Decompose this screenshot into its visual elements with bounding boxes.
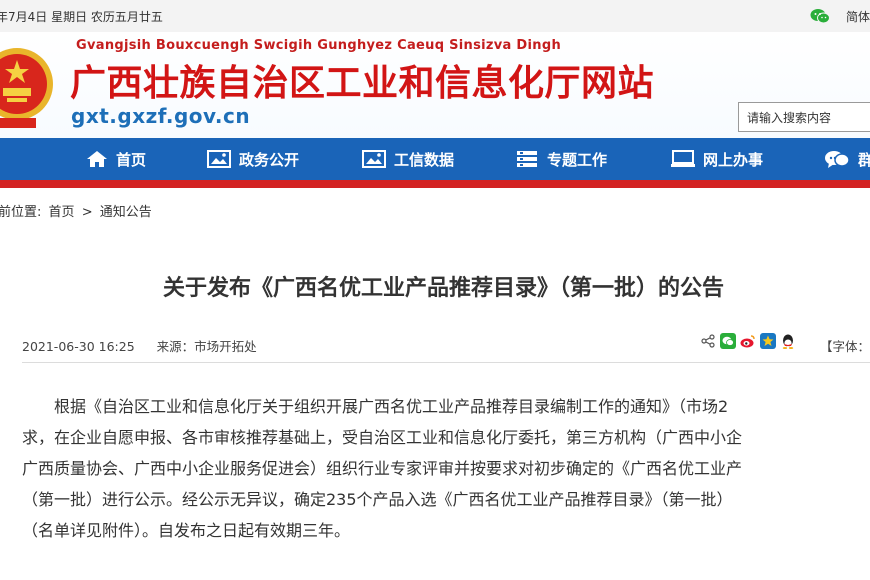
weibo-icon[interactable] xyxy=(740,333,756,349)
search-box xyxy=(738,102,870,132)
monitor-icon xyxy=(671,150,695,167)
body-line: （第一批）进行公示。经公示无异议，确定235个产品入选《广西名优工业产品推荐目录… xyxy=(22,490,733,509)
nav-item-government-affairs[interactable]: 政务公开 xyxy=(207,138,299,180)
search-input[interactable] xyxy=(745,104,870,132)
wechat-icon[interactable] xyxy=(720,333,736,349)
article-meta: 2021-06-30 16:25 来源：市场开拓处 xyxy=(22,336,257,355)
nav-item-special-topics[interactable]: 专题工作 xyxy=(515,138,607,180)
language-switch[interactable]: 简体 xyxy=(846,8,870,25)
home-icon xyxy=(87,151,107,167)
main-nav: 首页 政务公开 工信数据 专题工作 网上办事 群 xyxy=(0,138,870,180)
top-bar: 年7月4日 星期日 农历五月廿五 简体 xyxy=(0,0,870,32)
nav-item-interaction[interactable]: 群 xyxy=(824,138,870,180)
font-size-control[interactable]: 【字体：大 xyxy=(820,336,870,355)
breadcrumb-separator: > xyxy=(81,205,93,220)
breadcrumb-prefix: 前位置: xyxy=(0,205,42,220)
site-domain: gxt.gxzf.gov.cn xyxy=(71,104,251,128)
article-source: 来源：市场开拓处 xyxy=(156,339,257,354)
article-body: 根据《自治区工业和信息化厅关于组织开展广西名优工业产品推荐目录编制工作的通知》（… xyxy=(22,391,870,546)
breadcrumb-home-link[interactable]: 首页 xyxy=(49,205,75,220)
body-line: （名单详见附件）。自发布之日起有效期三年。 xyxy=(22,521,351,540)
nav-item-label: 首页 xyxy=(116,150,147,169)
nav-item-label: 专题工作 xyxy=(547,150,608,169)
article-title: 关于发布《广西名优工业产品推荐目录》（第一批）的公告 xyxy=(163,276,725,301)
body-line: 求，在企业自愿申报、各市审核推荐基础上，受自治区工业和信息化厅委托，第三方机构（… xyxy=(22,428,743,447)
nav-item-label: 工信数据 xyxy=(394,150,455,169)
image-icon xyxy=(207,150,231,168)
chat-icon xyxy=(825,151,850,168)
nav-item-label: 网上办事 xyxy=(703,150,764,169)
body-line: 根据《自治区工业和信息化厅关于组织开展广西名优工业产品推荐目录编制工作的通知》（… xyxy=(22,397,729,416)
current-date: 年7月4日 星期日 农历五月廿五 xyxy=(0,10,163,24)
wechat-icon[interactable] xyxy=(810,8,830,24)
nav-accent-bar xyxy=(0,180,870,188)
nav-item-industry-data[interactable]: 工信数据 xyxy=(362,138,454,180)
national-emblem-icon xyxy=(0,40,56,132)
meta-divider xyxy=(22,362,870,363)
site-title: 广西壮族自治区工业和信息化厅网站 xyxy=(70,63,655,104)
zhuang-site-name: Gvangjsih Bouxcuengh Swcigih Gunghyez Ca… xyxy=(76,38,561,53)
nav-item-home[interactable]: 首页 xyxy=(86,138,146,180)
nav-item-online-services[interactable]: 网上办事 xyxy=(671,138,763,180)
nav-item-label: 政务公开 xyxy=(239,150,300,169)
breadcrumb-current-link[interactable]: 通知公告 xyxy=(100,205,152,220)
nav-item-label: 群 xyxy=(858,150,870,169)
image-icon xyxy=(362,150,386,168)
qq-icon[interactable] xyxy=(780,333,796,349)
share-bar xyxy=(700,333,796,349)
body-line: 广西质量协会、广西中小企业服务促进会）组织行业专家评审并按要求对初步确定的《广西… xyxy=(22,459,743,478)
breadcrumb: 前位置: 首页 > 通知公告 xyxy=(0,201,155,220)
site-header: Gvangjsih Bouxcuengh Swcigih Gunghyez Ca… xyxy=(0,32,870,138)
publish-date: 2021-06-30 16:25 xyxy=(22,339,135,354)
qzone-icon[interactable] xyxy=(760,333,776,349)
list-icon xyxy=(517,151,537,167)
share-icon[interactable] xyxy=(700,333,716,349)
